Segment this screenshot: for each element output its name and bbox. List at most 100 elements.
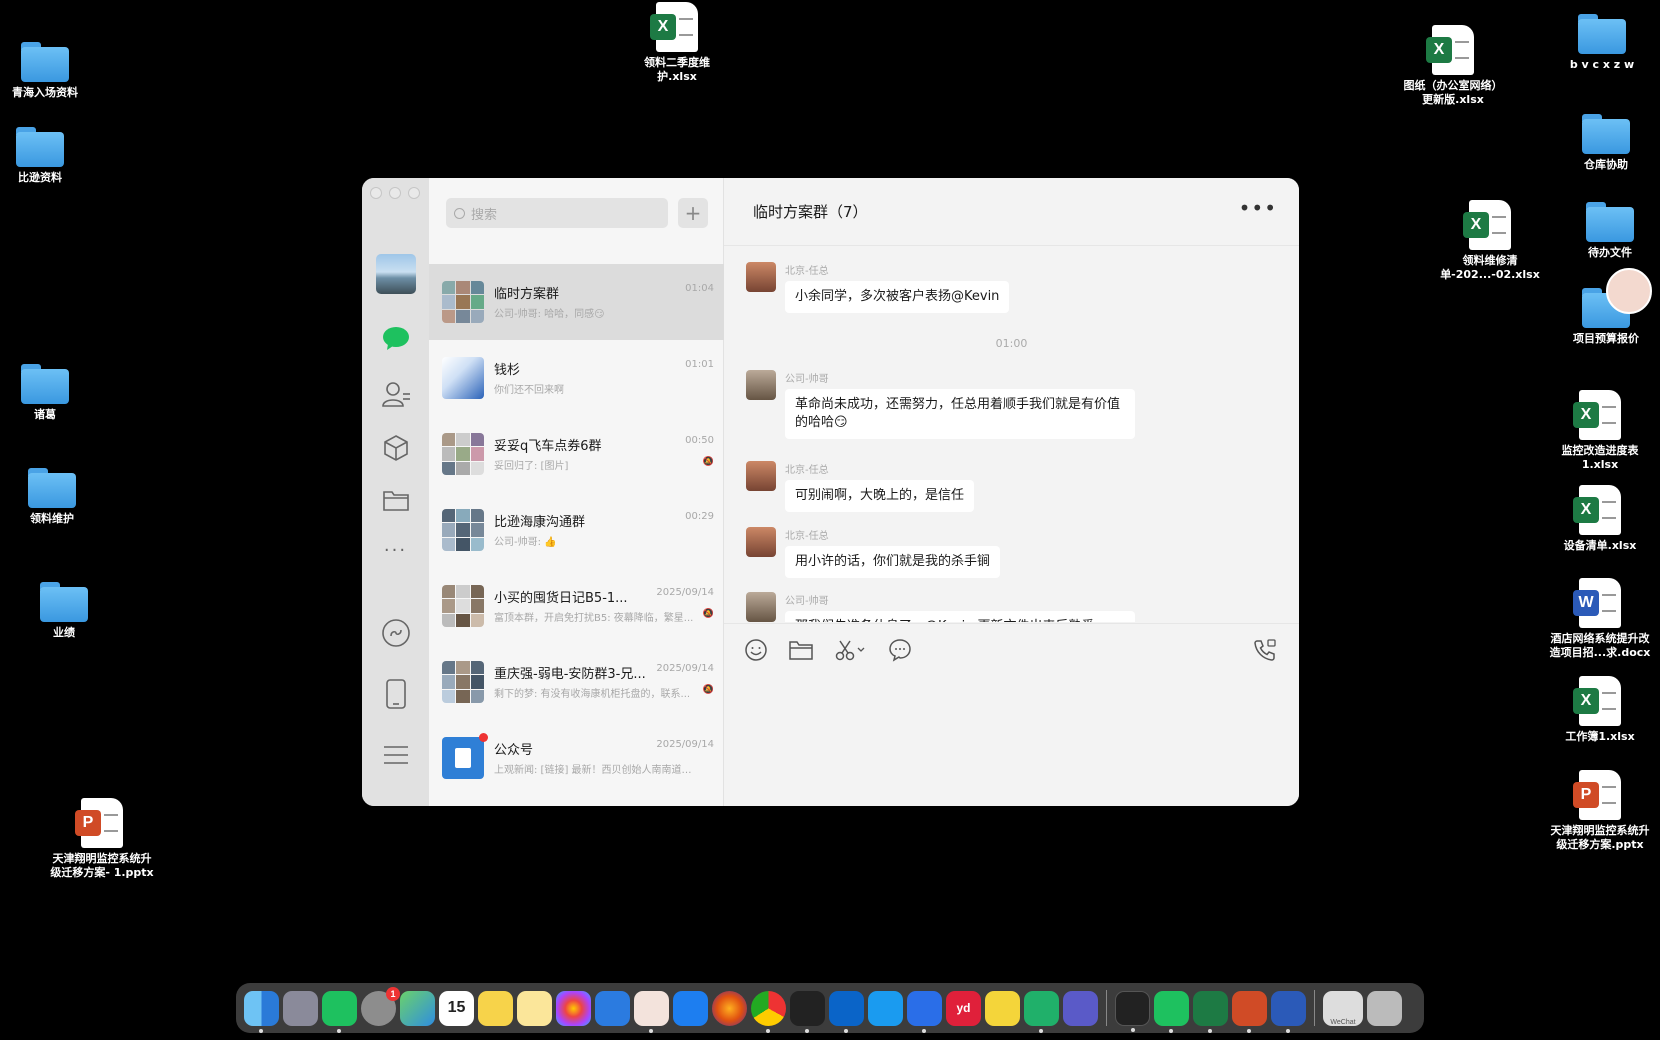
close-window-button[interactable]: [370, 187, 382, 199]
chat-history-button[interactable]: [886, 636, 913, 663]
maps-icon[interactable]: [400, 990, 435, 1026]
excel-icon[interactable]: [1193, 990, 1228, 1033]
folder-icon: [28, 468, 76, 508]
emoji-button[interactable]: [742, 636, 769, 663]
desktop-folder-bvcxzw[interactable]: b v c x z w: [1542, 14, 1660, 72]
lemon-icon[interactable]: [985, 990, 1020, 1026]
system-settings-icon[interactable]: 1: [361, 986, 400, 1026]
youdao-icon[interactable]: yd: [946, 990, 981, 1026]
sender-avatar[interactable]: [746, 592, 776, 622]
wechat-secondary-icon[interactable]: [1154, 990, 1189, 1033]
teams-icon[interactable]: [1063, 990, 1098, 1026]
conversation-item[interactable]: 临时方案群 01:04 公司-帅哥: 哈哈，同感😏: [429, 264, 724, 340]
hamburger-menu-icon: [383, 746, 408, 764]
desktop-file-pptx-2[interactable]: P 天津翔明监控系统升 级迁移方案.pptx: [1540, 770, 1660, 852]
message-list[interactable]: 北京-任总 小余同学，多次被客户表扬@Kevin 01:00 公司-帅哥 革命尚…: [724, 247, 1299, 622]
desktop-file-xlsx-shebei[interactable]: X 设备清单.xlsx: [1540, 485, 1660, 553]
sender-avatar[interactable]: [746, 461, 776, 491]
stickies-icon[interactable]: [517, 990, 552, 1026]
message-bubble[interactable]: 小余同学，多次被客户表扬@Kevin: [785, 281, 1010, 313]
calendar-icon[interactable]: 15: [439, 990, 474, 1026]
powerpoint-icon[interactable]: [1232, 990, 1267, 1033]
qq-icon[interactable]: [790, 990, 825, 1033]
desktop-folder-lingliao[interactable]: 领料维护: [0, 468, 112, 526]
window-controls: [370, 187, 420, 199]
desktop-icon-label: 领料维修清 单-202...-02.xlsx: [1440, 254, 1540, 281]
minimize-window-button[interactable]: [389, 187, 401, 199]
firefox-icon[interactable]: [712, 990, 747, 1026]
desktop-folder-zhuge[interactable]: 诸葛: [0, 364, 105, 422]
desktop-folder-yeji[interactable]: 业绩: [4, 582, 124, 640]
user-avatar-widget[interactable]: [1606, 268, 1652, 314]
favorites-nav-button[interactable]: [362, 434, 429, 462]
message-timestamp: 01:00: [995, 337, 1028, 350]
conversation-item[interactable]: 比逊海康沟通群 00:29 公司-帅哥: 👍: [429, 492, 724, 568]
chats-nav-button[interactable]: [362, 326, 429, 352]
sender-avatar[interactable]: [746, 370, 776, 400]
conversation-item[interactable]: 小买的囤货日记B5-1... 2025/09/14 富顶本群，开启免打扰B5: …: [429, 568, 724, 644]
mini-programs-button[interactable]: [362, 618, 429, 648]
dingtalk-icon[interactable]: [868, 990, 903, 1026]
finder-icon[interactable]: [244, 990, 279, 1033]
video-player-icon[interactable]: [1024, 990, 1059, 1033]
notification-badge: 1: [386, 986, 400, 1001]
desktop-folder-qinghai[interactable]: 青海入场资料: [0, 42, 105, 100]
message-bubble[interactable]: 用小许的话，你们就是我的杀手锏: [785, 546, 1001, 578]
phone-call-icon: [1253, 638, 1276, 661]
phone-mode-button[interactable]: [362, 678, 429, 710]
message-bubble[interactable]: 那我们先准备休息了，@Kevin 更新文件出来后熟悉一下，明天配合好会议记录，技…: [785, 611, 1135, 622]
desktop-icon-label: 工作簿1.xlsx: [1565, 730, 1635, 743]
conversation-time: 01:04: [685, 283, 714, 294]
zoom-window-button[interactable]: [408, 187, 420, 199]
message-bubble[interactable]: 可别闹啊，大晚上的，是信任: [785, 480, 975, 512]
photos-icon[interactable]: [556, 990, 591, 1026]
add-button[interactable]: +: [678, 198, 708, 228]
desktop-file-xlsx-gongzuobu[interactable]: X 工作簿1.xlsx: [1540, 676, 1660, 744]
screenshot-button[interactable]: [832, 636, 868, 663]
notes-icon[interactable]: [478, 990, 513, 1026]
call-button[interactable]: [1252, 636, 1279, 663]
word-icon[interactable]: [1271, 990, 1306, 1033]
desktop-file-docx-jiudian[interactable]: W 酒店网络系统提升改 造项目招...求.docx: [1540, 578, 1660, 660]
desktop-folder-daiban[interactable]: 待办文件: [1550, 202, 1660, 260]
conversation-item[interactable]: 钱杉 01:01 你们还不回来啊: [429, 340, 724, 416]
desktop-folder-cangku[interactable]: 仓库协助: [1546, 114, 1660, 172]
avatar-app-icon[interactable]: [634, 990, 669, 1033]
desktop-icon-label: 待办文件: [1588, 246, 1632, 259]
desktop-file-xlsx-lingliao[interactable]: X 领料二季度维 护.xlsx: [617, 2, 737, 84]
chrome-icon[interactable]: [751, 990, 786, 1033]
wechat-dock-icon[interactable]: [322, 990, 357, 1033]
files-nav-button[interactable]: [362, 488, 429, 512]
conversation-item[interactable]: 重庆强-弱电-安防群3-兄... 2025/09/14 剩下的梦: 有没有收海康…: [429, 644, 724, 720]
outlook-icon[interactable]: [829, 990, 864, 1033]
desktop-folder-bixun[interactable]: 比逊资料: [0, 127, 100, 185]
sender-avatar[interactable]: [746, 262, 776, 292]
desktop-file-xlsx-tuzhi[interactable]: X 图纸（办公室网络） 更新版.xlsx: [1393, 25, 1513, 107]
search-input[interactable]: 搜索: [446, 198, 668, 228]
conversation-time: 2025/09/14: [656, 739, 714, 750]
conversation-item[interactable]: 公众号 2025/09/14 上观新闻: [链接] 最新！西贝创始人南南道歉..…: [429, 720, 724, 796]
wechat-window-thumbnail[interactable]: WeChat: [1323, 990, 1363, 1026]
conversation-name: 重庆强-弱电-安防群3-兄...: [494, 667, 646, 682]
pptx-file-icon: P: [1573, 770, 1621, 820]
conversation-item[interactable]: 妥妥q飞车点券6群 00:50 妥回归了: [图片] 🔕: [429, 416, 724, 492]
desktop-file-xlsx-jiankong[interactable]: X 监控改造进度表 1.xlsx: [1540, 390, 1660, 472]
contacts-nav-button[interactable]: [362, 380, 429, 408]
docs-app-icon[interactable]: [907, 990, 942, 1033]
feishu-icon[interactable]: [673, 990, 708, 1026]
launchpad-icon[interactable]: [283, 990, 318, 1026]
trash-icon[interactable]: [1367, 990, 1402, 1026]
settings-menu-button[interactable]: [362, 744, 429, 766]
desktop-icon-label: 图纸（办公室网络） 更新版.xlsx: [1403, 79, 1503, 106]
xlsx-file-icon: X: [650, 2, 698, 52]
terminal-icon[interactable]: [1115, 990, 1150, 1032]
send-file-button[interactable]: [787, 636, 814, 663]
message-bubble[interactable]: 革命尚未成功，还需努力，任总用着顺手我们就是有价值的哈哈😏: [785, 389, 1135, 439]
more-nav-button[interactable]: ···: [362, 540, 429, 561]
sender-avatar[interactable]: [746, 527, 776, 557]
profile-avatar[interactable]: [362, 254, 429, 294]
desktop-file-xlsx-weixiu[interactable]: X 领料维修清 单-202...-02.xlsx: [1430, 200, 1550, 282]
mail-icon[interactable]: [595, 990, 630, 1026]
desktop-file-pptx-1[interactable]: P 天津翔明监控系统升 级迁移方案- 1.pptx: [42, 798, 162, 880]
chat-more-button[interactable]: •••: [1239, 196, 1277, 220]
